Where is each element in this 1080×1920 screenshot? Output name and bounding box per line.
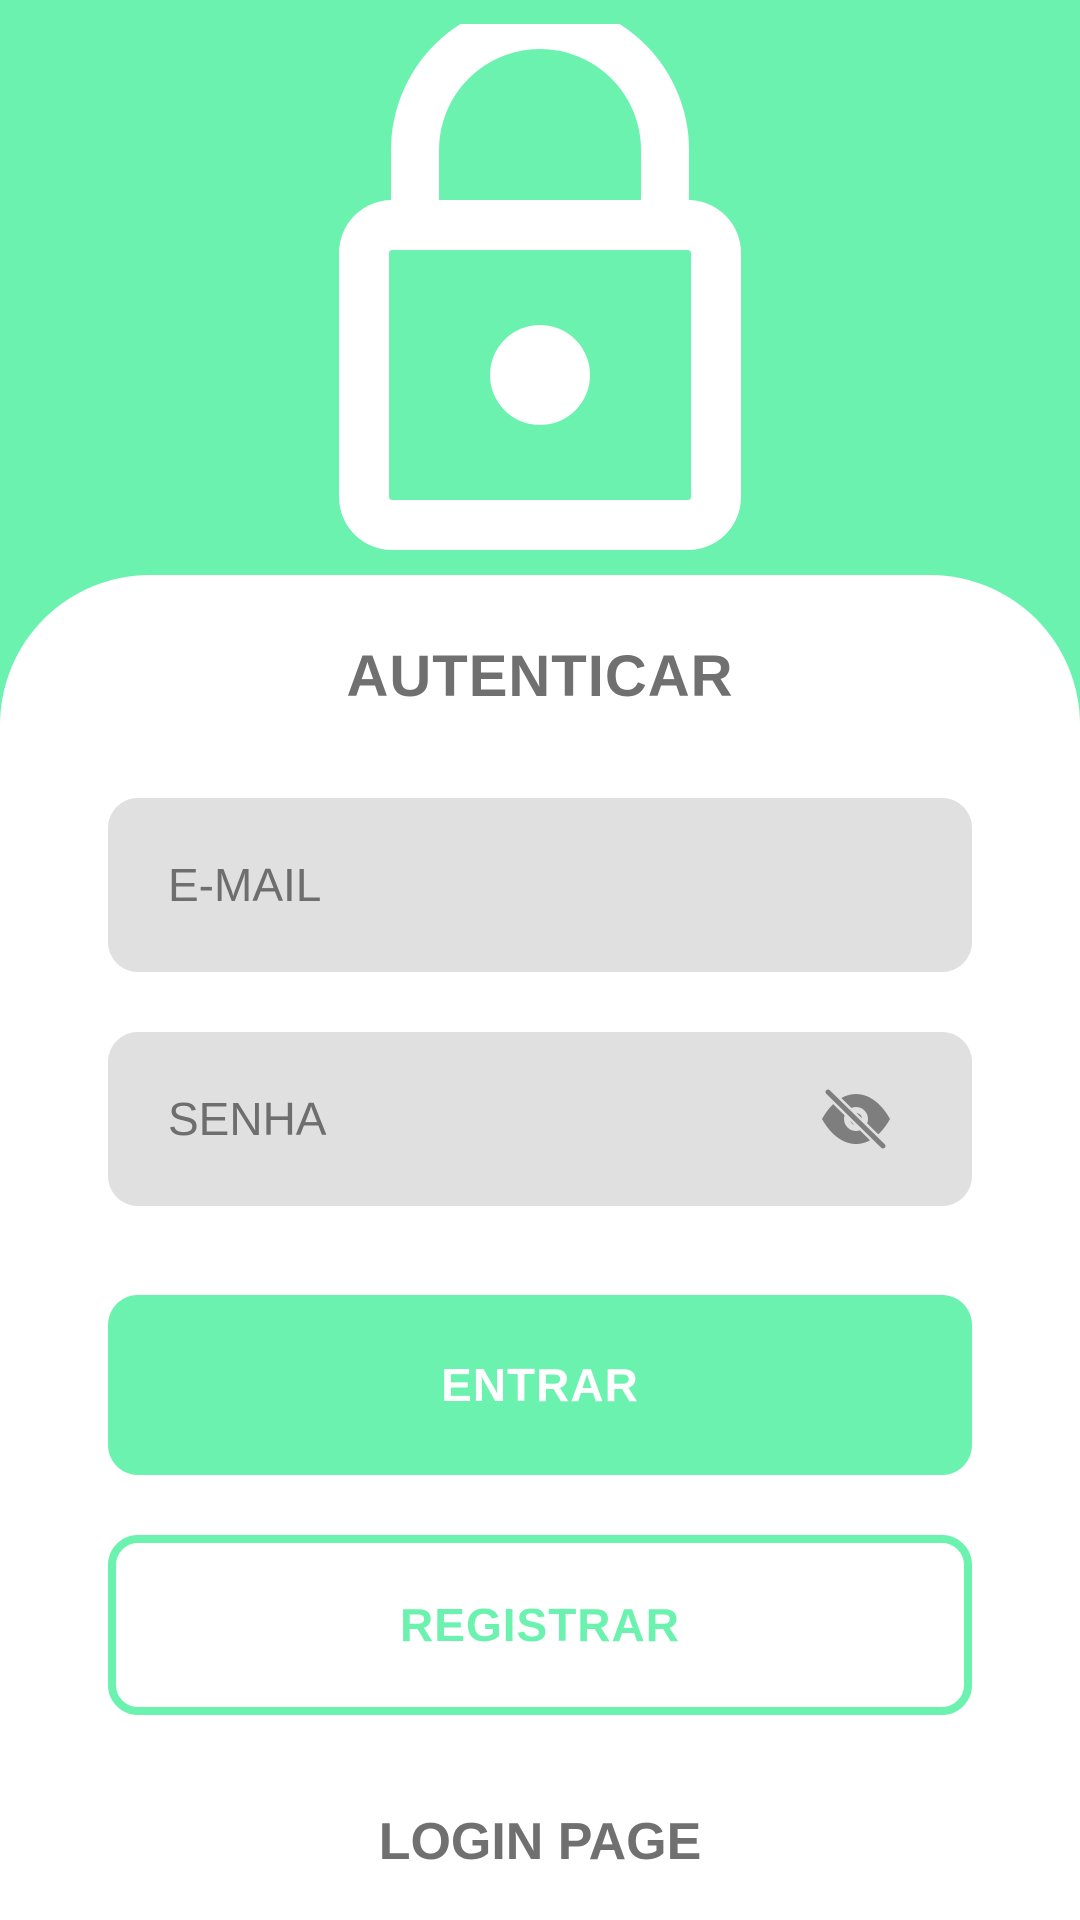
auth-title: AUTENTICAR (346, 644, 734, 709)
login-button[interactable]: ENTRAR (108, 1295, 972, 1475)
email-input[interactable] (168, 858, 868, 912)
password-field-container (108, 1032, 972, 1206)
password-input[interactable] (168, 1092, 868, 1146)
page-title: LOGIN PAGE (378, 1813, 702, 1871)
header-banner (0, 0, 1080, 620)
register-button[interactable]: REGISTRAR (108, 1535, 972, 1715)
email-field-container (108, 798, 972, 972)
register-button-label: REGISTRAR (400, 1599, 680, 1651)
login-card (0, 575, 1080, 1920)
eye-off-icon[interactable] (820, 1087, 892, 1151)
lock-icon (339, 24, 741, 550)
login-button-label: ENTRAR (441, 1359, 639, 1411)
